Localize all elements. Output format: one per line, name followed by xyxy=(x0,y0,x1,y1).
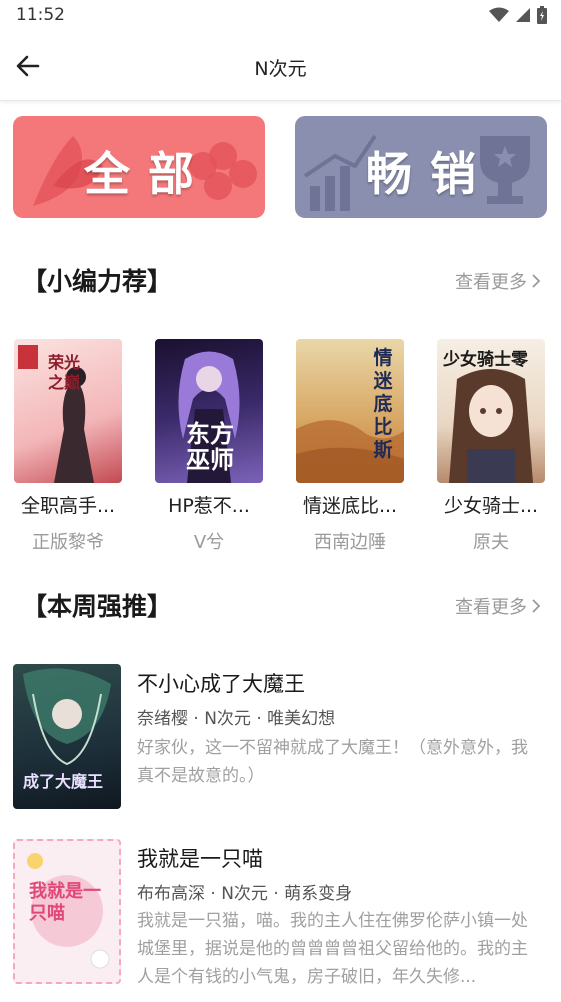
book-card[interactable]: 少女骑士零 少女骑士... 原夫 xyxy=(431,339,551,554)
book-cover: 成了大魔王 xyxy=(13,664,121,809)
signal-icon xyxy=(516,8,530,22)
status-bar: 11:52 xyxy=(0,0,561,32)
page-title: N次元 xyxy=(254,58,307,80)
item-title: 不小心成了大魔王 xyxy=(137,672,305,696)
more-link-recommended[interactable]: 查看更多 xyxy=(455,268,541,294)
book-author: 正版黎爷 xyxy=(32,532,104,553)
book-title: 情迷底比... xyxy=(302,495,398,517)
chevron-right-icon xyxy=(532,599,541,613)
list-item[interactable]: 成了大魔王 不小心成了大魔王 奈绪樱 · N次元 · 唯美幻想 好家伙，这一不留… xyxy=(0,664,561,814)
book-author: 西南边陲 xyxy=(314,532,386,553)
banner-bestseller[interactable]: 畅销 xyxy=(295,116,547,218)
item-title: 我就是一只喵 xyxy=(137,847,263,871)
more-label: 查看更多 xyxy=(455,272,527,293)
book-card[interactable]: 东方巫师 HP惹不... V兮 xyxy=(149,339,269,554)
book-card[interactable]: 情迷底比斯 情迷底比... 西南边陲 xyxy=(290,339,410,554)
book-cover: 荣光之巅 xyxy=(14,339,122,483)
book-cover: 情迷底比斯 xyxy=(296,339,404,483)
book-title: HP惹不... xyxy=(168,495,250,517)
cover-title: 东方巫师 xyxy=(186,420,234,474)
item-meta: 奈绪樱 · N次元 · 唯美幻想 xyxy=(137,709,336,729)
banner-all[interactable]: 全部 xyxy=(13,116,265,218)
book-title: 少女骑士... xyxy=(443,495,539,517)
book-title: 全职高手... xyxy=(20,495,116,517)
more-link-weekly[interactable]: 查看更多 xyxy=(455,593,541,619)
status-icons xyxy=(489,6,547,24)
item-meta: 布布高深 · N次元 · 萌系变身 xyxy=(137,884,353,904)
book-author: 原夫 xyxy=(473,532,509,553)
chevron-right-icon xyxy=(532,274,541,288)
status-time: 11:52 xyxy=(16,5,65,25)
app-bar: N次元 xyxy=(0,32,561,101)
list-item[interactable]: 我就是一只喵 我就是一只喵 布布高深 · N次元 · 萌系变身 我就是一只猫，喵… xyxy=(0,839,561,999)
book-cover: 少女骑士零 xyxy=(437,339,545,483)
banner-all-label: 全部 xyxy=(84,147,212,201)
cover-title: 成了大魔王 xyxy=(23,772,104,791)
book-author: V兮 xyxy=(193,532,225,553)
book-cover: 东方巫师 xyxy=(155,339,263,483)
more-label: 查看更多 xyxy=(455,597,527,618)
cover-title: 我就是一只喵 xyxy=(29,881,101,924)
cover-title: 荣光之巅 xyxy=(47,353,80,392)
item-description: 好家伙，这一不留神就成了大魔王！（意外意外，我真不是故意的。） xyxy=(137,738,528,786)
book-cover: 我就是一只喵 xyxy=(13,839,121,984)
cover-title: 情迷底比斯 xyxy=(373,347,393,461)
section-title-recommended: 【小编力荐】 xyxy=(22,267,173,296)
section-title-weekly: 【本周强推】 xyxy=(22,592,173,621)
wifi-icon xyxy=(489,7,509,22)
banner-bestseller-label: 畅销 xyxy=(366,147,494,201)
battery-icon xyxy=(537,6,547,24)
book-card[interactable]: 荣光之巅 全职高手... 正版黎爷 xyxy=(8,339,128,554)
cover-title: 少女骑士零 xyxy=(443,350,528,370)
item-description: 我就是一只猫，喵。我的主人住在佛罗伦萨小镇一处城堡里，据说是他的曾曾曾曾祖父留给… xyxy=(137,911,528,987)
